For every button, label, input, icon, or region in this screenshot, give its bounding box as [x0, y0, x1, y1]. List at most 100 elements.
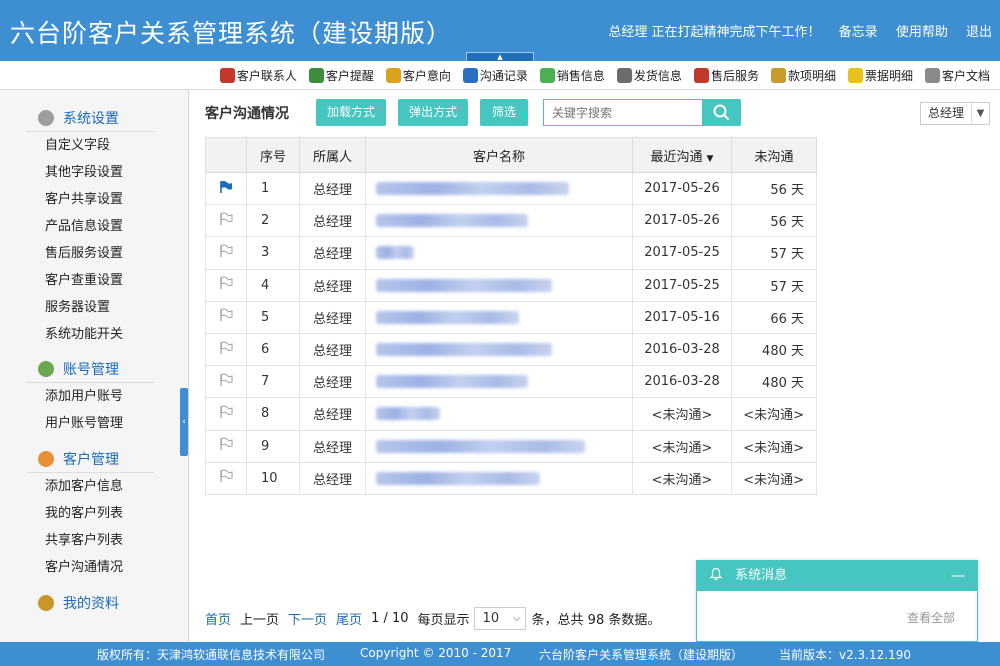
- col-customer-name: 客户名称: [365, 137, 633, 173]
- sidebar-item[interactable]: 客户沟通情况: [0, 554, 180, 581]
- gear-icon: [38, 110, 54, 126]
- row-last-contact: <未沟通>: [632, 461, 732, 495]
- row-number: 4: [246, 268, 300, 302]
- sidebar-item[interactable]: 添加用户账号: [0, 383, 180, 410]
- header-actions: 总经理 正在打起精神完成下午工作！ 备忘录 使用帮助 退出: [594, 21, 992, 40]
- flag-cell: [205, 397, 247, 431]
- table-row[interactable]: 7 总经理 2016-03-28 480 天: [205, 365, 817, 399]
- search-icon: [713, 104, 729, 120]
- row-number: 1: [246, 171, 300, 206]
- sidebar-group-header[interactable]: 客户管理: [0, 446, 180, 472]
- logout-link[interactable]: 退出: [966, 25, 992, 40]
- sidebar-item[interactable]: 客户共享设置: [0, 186, 180, 213]
- sidebar-group-header[interactable]: 我的资料: [0, 590, 180, 616]
- filter-button[interactable]: 筛选: [480, 99, 528, 126]
- sidebar-item[interactable]: 产品信息设置: [0, 213, 180, 240]
- toolbar-item[interactable]: 客户提醒: [308, 67, 374, 84]
- toolbar-item-label: 客户文档: [941, 69, 990, 83]
- sidebar-item[interactable]: 我的客户列表: [0, 500, 180, 527]
- row-customer-name: [365, 300, 633, 334]
- table-row[interactable]: 4 总经理 2017-05-25 57 天: [205, 268, 817, 302]
- sidebar-group-header[interactable]: 账号管理: [0, 356, 180, 382]
- search-input[interactable]: [543, 99, 703, 126]
- sales-plant-icon: [539, 68, 555, 83]
- blue-flag-icon[interactable]: [219, 180, 233, 198]
- popup-mode-button[interactable]: 弹出方式: [398, 99, 468, 126]
- toolbar-item[interactable]: 客户联系人: [219, 67, 297, 84]
- sidebar-item[interactable]: 用户账号管理: [0, 410, 180, 437]
- row-days-since: <未沟通>: [731, 397, 817, 431]
- sidebar-item[interactable]: 自定义字段: [0, 132, 180, 159]
- page-title: 客户沟通情况: [205, 106, 289, 122]
- view-all-link[interactable]: 查看全部: [907, 609, 955, 626]
- table-row[interactable]: 1 总经理 2017-05-26 56 天: [205, 171, 817, 206]
- row-customer-name: [365, 171, 633, 206]
- communication-table: 序号 所属人 客户名称 最近沟通 ▼ 未沟通 1 总经理 2017-05-26 56 天…: [205, 137, 817, 495]
- minimize-button[interactable]: —: [951, 561, 965, 591]
- flag-outline-icon[interactable]: [219, 405, 233, 423]
- toolbar-item[interactable]: 款项明细: [770, 67, 836, 84]
- sidebar-item[interactable]: 共享客户列表: [0, 527, 180, 554]
- flag-outline-icon[interactable]: [219, 276, 233, 294]
- sidebar-group-title: 我的资料: [63, 596, 119, 612]
- memo-link[interactable]: 备忘录: [839, 25, 878, 40]
- row-number: 8: [246, 397, 300, 431]
- row-days-since: 66 天: [731, 300, 817, 334]
- table-row[interactable]: 8 总经理 <未沟通> <未沟通>: [205, 397, 817, 431]
- prev-page-link[interactable]: 上一页: [240, 609, 279, 628]
- chevron-down-icon: ▼: [971, 103, 989, 124]
- search-button[interactable]: [702, 99, 741, 126]
- toolbar-item-label: 客户联系人: [236, 69, 297, 83]
- sidebar-item[interactable]: 添加客户信息: [0, 473, 180, 500]
- toolbar-item[interactable]: 销售信息: [539, 67, 605, 84]
- row-last-contact: 2017-05-26: [632, 171, 732, 206]
- toolbar-item[interactable]: 沟通记录: [462, 67, 528, 84]
- row-last-contact: 2017-05-16: [632, 300, 732, 334]
- col-last-contact[interactable]: 最近沟通 ▼: [632, 137, 732, 173]
- sort-desc-icon: ▼: [706, 153, 714, 164]
- help-link[interactable]: 使用帮助: [896, 25, 948, 40]
- first-page-link[interactable]: 首页: [205, 609, 231, 628]
- flag-outline-icon[interactable]: [219, 340, 233, 359]
- sidebar-group-header[interactable]: 系统设置: [0, 105, 180, 131]
- toolbar-item[interactable]: 发货信息: [616, 67, 682, 84]
- sidebar-item[interactable]: 其他字段设置: [0, 159, 180, 186]
- table-row[interactable]: 2 总经理 2017-05-26 56 天: [205, 204, 817, 238]
- system-message-panel: 系统消息 — 查看全部: [696, 560, 978, 642]
- flag-outline-icon[interactable]: [219, 244, 233, 262]
- table-row[interactable]: 3 总经理 2017-05-25 57 天: [205, 236, 817, 270]
- row-owner: 总经理: [299, 268, 366, 302]
- sidebar-item[interactable]: 售后服务设置: [0, 240, 180, 267]
- flag-outline-icon[interactable]: [219, 373, 233, 391]
- toolbar-item[interactable]: 客户文档: [924, 67, 990, 84]
- toolbar-item[interactable]: 客户意向: [385, 67, 451, 84]
- sidebar-item[interactable]: 服务器设置: [0, 294, 180, 321]
- flag-cell: [205, 429, 247, 463]
- app-title: 六台阶客户关系管理系统（建设期版）: [10, 19, 453, 48]
- table-row[interactable]: 10 总经理 <未沟通> <未沟通>: [205, 461, 817, 495]
- row-days-since: 56 天: [731, 204, 817, 238]
- sidebar: 系统设置 自定义字段 其他字段设置 客户共享设置 产品信息设置 售后服务设置 客户查重设置服…: [0, 90, 189, 642]
- toolbar-item[interactable]: 票据明细: [847, 67, 913, 84]
- sidebar-collapse-toggle[interactable]: ‹: [180, 388, 188, 456]
- flag-outline-icon[interactable]: [219, 212, 233, 230]
- table-row[interactable]: 5 总经理 2017-05-16 66 天: [205, 300, 817, 334]
- load-mode-button[interactable]: 加载方式: [316, 99, 386, 126]
- table-row[interactable]: 6 总经理 2016-03-28 480 天: [205, 332, 817, 367]
- toolbar-item[interactable]: 售后服务: [693, 67, 759, 84]
- table-row[interactable]: 9 总经理 <未沟通> <未沟通>: [205, 429, 817, 463]
- flag-outline-icon[interactable]: [219, 437, 233, 455]
- flag-cell: [205, 461, 247, 495]
- flag-outline-icon[interactable]: [219, 308, 233, 326]
- row-days-since: 56 天: [731, 171, 817, 206]
- sidebar-item[interactable]: 系统功能开关: [0, 321, 180, 348]
- toolbar-item-label: 客户提醒: [325, 69, 374, 83]
- sidebar-group-title: 账号管理: [63, 362, 119, 378]
- row-last-contact: <未沟通>: [632, 429, 732, 463]
- owner-select[interactable]: 总经理 ▼: [920, 102, 990, 125]
- per-page-select[interactable]: 10 ⌵: [473, 607, 526, 630]
- next-page-link[interactable]: 下一页: [288, 609, 327, 628]
- last-page-link[interactable]: 尾页: [336, 609, 362, 628]
- flag-outline-icon[interactable]: [219, 469, 233, 487]
- sidebar-item[interactable]: 客户查重设置: [0, 267, 180, 294]
